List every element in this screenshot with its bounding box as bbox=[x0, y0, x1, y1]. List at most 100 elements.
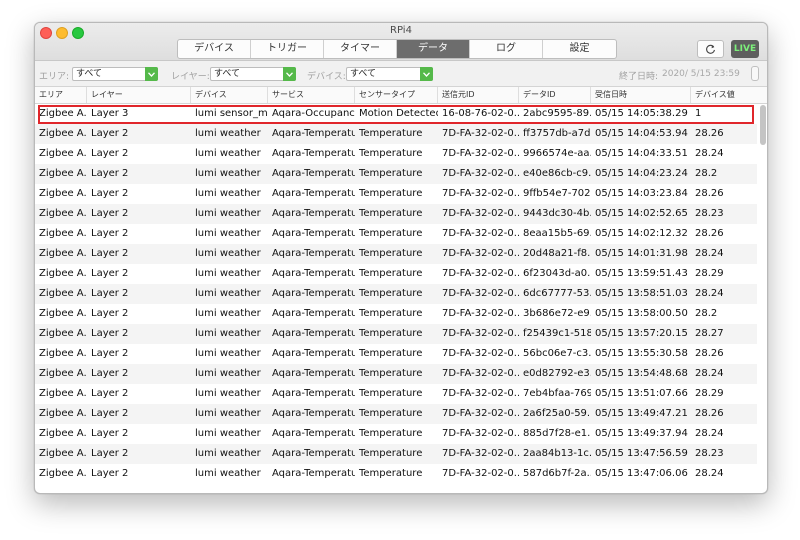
cell-sensor-type: Motion Detected bbox=[359, 108, 438, 119]
table-row[interactable]: Zigbee A... Layer 2 lumi weather Aqara-Temp… bbox=[35, 464, 757, 484]
cell-layer: Layer 2 bbox=[91, 228, 129, 239]
cell-device: lumi weather bbox=[195, 408, 261, 419]
cell-source-id: 7D-FA-32-02-0... bbox=[442, 268, 519, 279]
table-row[interactable]: Zigbee A... Layer 2 lumi weather Aqara-Temp… bbox=[35, 364, 757, 384]
cell-sensor-type: Temperature bbox=[359, 248, 423, 259]
cell-service: Aqara-Temperature bbox=[272, 148, 355, 159]
cell-service: Aqara-Temperature bbox=[272, 388, 355, 399]
table-row[interactable]: Zigbee A... Layer 2 lumi weather Aqara-Temp… bbox=[35, 244, 757, 264]
cell-source-id: 7D-FA-32-02-0... bbox=[442, 468, 519, 479]
tab-settings[interactable]: 設定 bbox=[543, 40, 616, 58]
cell-area: Zigbee A... bbox=[39, 168, 87, 179]
cell-sensor-type: Temperature bbox=[359, 368, 423, 379]
table-row[interactable]: Zigbee A... Layer 2 lumi weather Aqara-Temp… bbox=[35, 344, 757, 364]
live-toggle-button[interactable]: LIVE bbox=[731, 40, 759, 58]
cell-received-at: 05/15 13:47:06.06 bbox=[595, 468, 688, 479]
table-row[interactable]: Zigbee A... Layer 2 lumi weather Aqara-Temp… bbox=[35, 184, 757, 204]
cell-device: lumi sensor_mo... bbox=[195, 108, 268, 119]
tab-bar: デバイス トリガー タイマー データ ログ 設定 bbox=[177, 39, 617, 59]
cell-service: Aqara-Temperature bbox=[272, 348, 355, 359]
column-header-received-at[interactable]: 受信日時 bbox=[591, 87, 691, 103]
cell-sensor-type: Temperature bbox=[359, 308, 423, 319]
table-row[interactable]: Zigbee A... Layer 2 lumi weather Aqara-Temp… bbox=[35, 304, 757, 324]
table-row[interactable]: Zigbee A... Layer 2 lumi weather Aqara-Temp… bbox=[35, 444, 757, 464]
cell-source-id: 7D-FA-32-02-0... bbox=[442, 128, 519, 139]
table-row[interactable]: Zigbee A... Layer 2 lumi weather Aqara-Temp… bbox=[35, 404, 757, 424]
tab-timers[interactable]: タイマー bbox=[324, 40, 397, 58]
table-row[interactable]: Zigbee A... Layer 3 lumi sensor_mo... Aqara… bbox=[35, 104, 757, 124]
cell-received-at: 05/15 13:55:30.58 bbox=[595, 348, 688, 359]
table-row[interactable]: Zigbee A... Layer 2 lumi weather Aqara-Temp… bbox=[35, 144, 757, 164]
table-row[interactable]: Zigbee A... Layer 2 lumi weather Aqara-Temp… bbox=[35, 424, 757, 444]
cell-sensor-type: Temperature bbox=[359, 408, 423, 419]
cell-area: Zigbee A... bbox=[39, 228, 87, 239]
vertical-scrollbar[interactable] bbox=[760, 105, 766, 145]
cell-data-id: 2abc9595-89... bbox=[523, 108, 591, 119]
column-header-layer[interactable]: レイヤー bbox=[87, 87, 191, 103]
refresh-button[interactable] bbox=[697, 40, 724, 58]
tab-devices[interactable]: デバイス bbox=[178, 40, 251, 58]
cell-device-value: 28.24 bbox=[695, 428, 724, 439]
cell-area: Zigbee A... bbox=[39, 188, 87, 199]
cell-data-id: 20d48a21-f8... bbox=[523, 248, 591, 259]
table-row[interactable]: Zigbee A... Layer 2 lumi weather Aqara-Temp… bbox=[35, 164, 757, 184]
cell-sensor-type: Temperature bbox=[359, 388, 423, 399]
table-body: Zigbee A... Layer 3 lumi sensor_mo... Aqara… bbox=[35, 104, 757, 484]
device-filter-select[interactable]: すべて bbox=[346, 67, 433, 81]
cell-service: Aqara-Occupancy bbox=[272, 108, 355, 119]
cell-device-value: 28.26 bbox=[695, 408, 724, 419]
cell-data-id: 7eb4bfaa-769... bbox=[523, 388, 591, 399]
table-row[interactable]: Zigbee A... Layer 2 lumi weather Aqara-Temp… bbox=[35, 324, 757, 344]
end-date-field[interactable]: 2020/ 5/15 23:59 bbox=[662, 67, 762, 81]
layer-filter-select[interactable]: すべて bbox=[210, 67, 296, 81]
area-filter-select[interactable]: すべて bbox=[72, 67, 158, 81]
cell-service: Aqara-Temperature bbox=[272, 368, 355, 379]
column-header-device-value[interactable]: デバイス値 bbox=[691, 87, 757, 103]
table-row[interactable]: Zigbee A... Layer 2 lumi weather Aqara-Temp… bbox=[35, 124, 757, 144]
cell-source-id: 7D-FA-32-02-0... bbox=[442, 168, 519, 179]
cell-received-at: 05/15 13:49:37.94 bbox=[595, 428, 688, 439]
cell-device-value: 28.29 bbox=[695, 268, 724, 279]
cell-service: Aqara-Temperature bbox=[272, 228, 355, 239]
cell-service: Aqara-Temperature bbox=[272, 308, 355, 319]
column-header-service[interactable]: サービス bbox=[268, 87, 355, 103]
table-header: エリア レイヤー デバイス サービス センサータイプ 送信元ID データID 受… bbox=[35, 87, 767, 104]
cell-device-value: 28.24 bbox=[695, 288, 724, 299]
table-row[interactable]: Zigbee A... Layer 2 lumi weather Aqara-Temp… bbox=[35, 264, 757, 284]
cell-device: lumi weather bbox=[195, 348, 261, 359]
table-row[interactable]: Zigbee A... Layer 2 lumi weather Aqara-Temp… bbox=[35, 284, 757, 304]
column-header-data-id[interactable]: データID bbox=[519, 87, 591, 103]
cell-received-at: 05/15 14:04:23.24 bbox=[595, 168, 688, 179]
cell-received-at: 05/15 13:54:48.68 bbox=[595, 368, 688, 379]
filter-bar: エリア: すべて レイヤー: すべて デバイス: すべて 終了日時: 2020/… bbox=[35, 61, 767, 87]
tab-logs[interactable]: ログ bbox=[470, 40, 543, 58]
cell-device-value: 28.26 bbox=[695, 228, 724, 239]
column-header-source-id[interactable]: 送信元ID bbox=[438, 87, 519, 103]
cell-source-id: 7D-FA-32-02-0... bbox=[442, 328, 519, 339]
column-header-device[interactable]: デバイス bbox=[191, 87, 268, 103]
cell-received-at: 05/15 14:04:33.51 bbox=[595, 148, 688, 159]
cell-received-at: 05/15 13:49:47.21 bbox=[595, 408, 688, 419]
chevron-down-icon bbox=[283, 67, 296, 81]
tab-data[interactable]: データ bbox=[397, 40, 470, 58]
cell-layer: Layer 2 bbox=[91, 348, 129, 359]
date-stepper[interactable] bbox=[751, 66, 759, 81]
title-bar: RPi4 デバイス トリガー タイマー データ ログ 設定 LIVE bbox=[35, 23, 767, 61]
cell-area: Zigbee A... bbox=[39, 288, 87, 299]
cell-layer: Layer 2 bbox=[91, 168, 129, 179]
cell-received-at: 05/15 13:58:00.50 bbox=[595, 308, 688, 319]
cell-sensor-type: Temperature bbox=[359, 348, 423, 359]
cell-layer: Layer 2 bbox=[91, 248, 129, 259]
cell-area: Zigbee A... bbox=[39, 328, 87, 339]
table-row[interactable]: Zigbee A... Layer 2 lumi weather Aqara-Temp… bbox=[35, 204, 757, 224]
cell-data-id: 56bc06e7-c3... bbox=[523, 348, 591, 359]
cell-source-id: 7D-FA-32-02-0... bbox=[442, 368, 519, 379]
table-row[interactable]: Zigbee A... Layer 2 lumi weather Aqara-Temp… bbox=[35, 384, 757, 404]
cell-data-id: 885d7f28-e1... bbox=[523, 428, 591, 439]
tab-triggers[interactable]: トリガー bbox=[251, 40, 324, 58]
cell-data-id: e0d82792-e3... bbox=[523, 368, 591, 379]
table-row[interactable]: Zigbee A... Layer 2 lumi weather Aqara-Temp… bbox=[35, 224, 757, 244]
column-header-area[interactable]: エリア bbox=[35, 87, 87, 103]
column-header-sensor-type[interactable]: センサータイプ bbox=[355, 87, 438, 103]
cell-source-id: 7D-FA-32-02-0... bbox=[442, 348, 519, 359]
